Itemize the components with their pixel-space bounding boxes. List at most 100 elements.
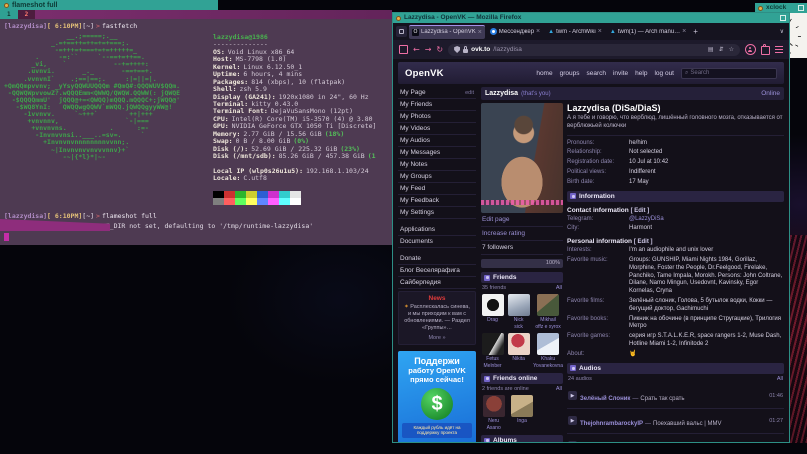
reader-mode-icon[interactable]: ▤ (708, 47, 714, 53)
window-resize-icon[interactable] (798, 5, 804, 11)
openvk-sidebar: My Pageedit My Friends My Photos My Vide… (398, 87, 476, 442)
audio-row[interactable]: Зеленый слоник—Восточный братишка02:17 (567, 434, 784, 442)
tab-close-icon[interactable] (598, 28, 602, 35)
friends-all-link[interactable]: All (556, 285, 562, 291)
fastfetch-row: Packages:814 (xbps), 10 (flatpak) (213, 78, 392, 85)
browser-tab-arch-manual[interactable]: twm(1) — Arch manu… (607, 25, 689, 38)
openvk-logo[interactable]: OpenVK (405, 68, 444, 79)
avatar[interactable] (483, 395, 505, 417)
window-menu-icon[interactable] (4, 3, 9, 8)
browser-tab-messenger[interactable]: Мессенджер (487, 25, 543, 38)
personal-information-header: Personal information [ Edit ] (567, 238, 784, 245)
friend-item[interactable]: FetusMelnber (481, 333, 504, 369)
sidebar-item-my-messages[interactable]: My Messages (398, 147, 476, 159)
sidebar-item-applications[interactable]: Applications (398, 224, 476, 236)
sidebar-item-my-videos[interactable]: My Videos (398, 123, 476, 135)
avatar[interactable] (482, 294, 504, 316)
list-all-tabs-icon[interactable]: ∨ (778, 29, 786, 35)
friend-item[interactable]: Nikita (507, 333, 530, 369)
sidebar-item-my-notes[interactable]: My Notes (398, 159, 476, 171)
translate-icon[interactable]: ⇵ (719, 47, 724, 53)
sidebar-item-my-settings[interactable]: My Settings (398, 207, 476, 219)
play-icon[interactable] (568, 416, 577, 425)
play-icon[interactable] (568, 391, 577, 400)
reload-icon[interactable]: ↻ (436, 46, 443, 54)
terminal-tab-1[interactable]: 1 (0, 10, 18, 19)
firefox-titlebar[interactable]: Lazzydisa - OpenVK — Mozilla Firefox (393, 13, 789, 23)
avatar[interactable] (537, 333, 559, 355)
extensions-icon[interactable] (761, 46, 770, 55)
increase-rating-link[interactable]: Increase rating (481, 227, 563, 241)
friend-item[interactable]: Drag (481, 294, 504, 330)
friend-item[interactable]: Inga (509, 395, 534, 431)
avatar[interactable] (482, 333, 504, 355)
nav-home[interactable]: home (536, 70, 552, 77)
browser-tab-openvk[interactable]: Lazzydisa - OpenVK (409, 25, 485, 39)
audio-row[interactable]: Зелёный Слоник—Срать так срать01:46 (567, 384, 784, 409)
nav-logout[interactable]: log out (654, 70, 674, 77)
sidebar-toggle-icon[interactable] (399, 45, 408, 54)
nav-groups[interactable]: groups (560, 70, 580, 77)
window-menu-icon[interactable] (396, 16, 401, 21)
fastfetch-row: Shell:zsh 5.9 (213, 85, 392, 92)
sidebar-item-my-feedback[interactable]: My Feedback (398, 195, 476, 207)
browser-tab-archwiki[interactable]: twm - ArchWiki (545, 25, 605, 38)
followers-count[interactable]: 7 followers (481, 241, 563, 255)
friend-item[interactable]: NeruAsano (481, 395, 506, 431)
sidebar-item-my-feed[interactable]: My Feed (398, 183, 476, 195)
friend-item[interactable]: KhakuYovanekovna (533, 333, 563, 369)
friend-item[interactable]: Mikhailoffz e xyrox (533, 294, 563, 330)
avatar[interactable] (511, 395, 533, 417)
account-icon[interactable] (745, 44, 756, 55)
news-more-link[interactable]: More » (402, 335, 472, 341)
audios-all-link[interactable]: All (777, 376, 783, 382)
terminal-body[interactable]: [lazzydisa][ 6:10PM][~]>fastfetch __.;==… (0, 19, 392, 245)
sidebar-item-documents[interactable]: Documents (398, 236, 476, 248)
sidebar-edit-link[interactable]: edit (465, 90, 474, 96)
url-bar[interactable]: ovk.to /lazzydisa ▤ ⇵ ☆ (448, 44, 740, 56)
edit-page-link[interactable]: Edit page (481, 213, 563, 227)
https-lock-icon[interactable] (463, 49, 468, 53)
personal-edit-button[interactable]: [ Edit ] (634, 239, 653, 245)
new-tab-button[interactable]: + (691, 28, 700, 36)
tab-close-icon[interactable] (478, 29, 482, 36)
avatar[interactable] (508, 294, 530, 316)
contact-edit-button[interactable]: [ Edit ] (631, 208, 650, 214)
sidebar-item-blog[interactable]: Блог Веселярафига (398, 265, 476, 277)
terminal-tab-bar: 1 2 (0, 10, 392, 19)
terminal-titlebar[interactable]: flameshot full (0, 0, 218, 10)
window-menu-icon[interactable] (758, 6, 763, 11)
search-input[interactable]: ⌕ Search (681, 68, 777, 79)
firefox-view-icon[interactable] (396, 26, 407, 37)
sidebar-item-donate[interactable]: Donate (398, 253, 476, 265)
menu-hamburger-icon[interactable] (775, 46, 783, 53)
palette-color (224, 191, 235, 198)
terminal-tab-2[interactable]: 2 (18, 10, 36, 19)
nav-search[interactable]: search (586, 70, 606, 77)
sidebar-item-cyberpedia[interactable]: Сайберпедия (398, 277, 476, 289)
friends-online-all-link[interactable]: All (556, 386, 562, 392)
sidebar-item-my-audios[interactable]: My Audios (398, 135, 476, 147)
play-icon[interactable] (568, 441, 577, 442)
sidebar-item-my-friends[interactable]: My Friends (398, 99, 476, 111)
forward-icon[interactable]: → (425, 46, 432, 54)
sidebar-item-my-page[interactable]: My Pageedit (398, 87, 476, 99)
tab-close-icon[interactable] (682, 28, 686, 35)
back-icon[interactable]: ← (413, 46, 420, 54)
fastfetch-row: CPU:Intel(R) Core(TM) i5-3570 (4) @ 3.80 (213, 115, 392, 122)
bookmark-star-icon[interactable]: ☆ (729, 47, 734, 53)
donate-ad-banner[interactable]: Поддержи работу OpenVK прямо сейчас! $ К… (398, 351, 476, 443)
sidebar-item-my-groups[interactable]: My Groups (398, 171, 476, 183)
audio-row[interactable]: ThejohnrambarockyIP—Поехавший вальс | MM… (567, 409, 784, 434)
telegram-link[interactable]: @LazzyDiSa (629, 216, 784, 224)
tab-close-icon[interactable] (536, 28, 540, 35)
nav-invite[interactable]: invite (613, 70, 628, 77)
profile-photo[interactable] (481, 103, 563, 213)
avatar[interactable] (537, 294, 559, 316)
window-resize-icon[interactable] (780, 15, 786, 21)
nav-help[interactable]: help (635, 70, 647, 77)
sidebar-item-my-photos[interactable]: My Photos (398, 111, 476, 123)
avatar[interactable] (508, 333, 530, 355)
friend-item[interactable]: Nicksick (507, 294, 530, 330)
tracking-protection-shield-icon[interactable] (454, 46, 460, 53)
